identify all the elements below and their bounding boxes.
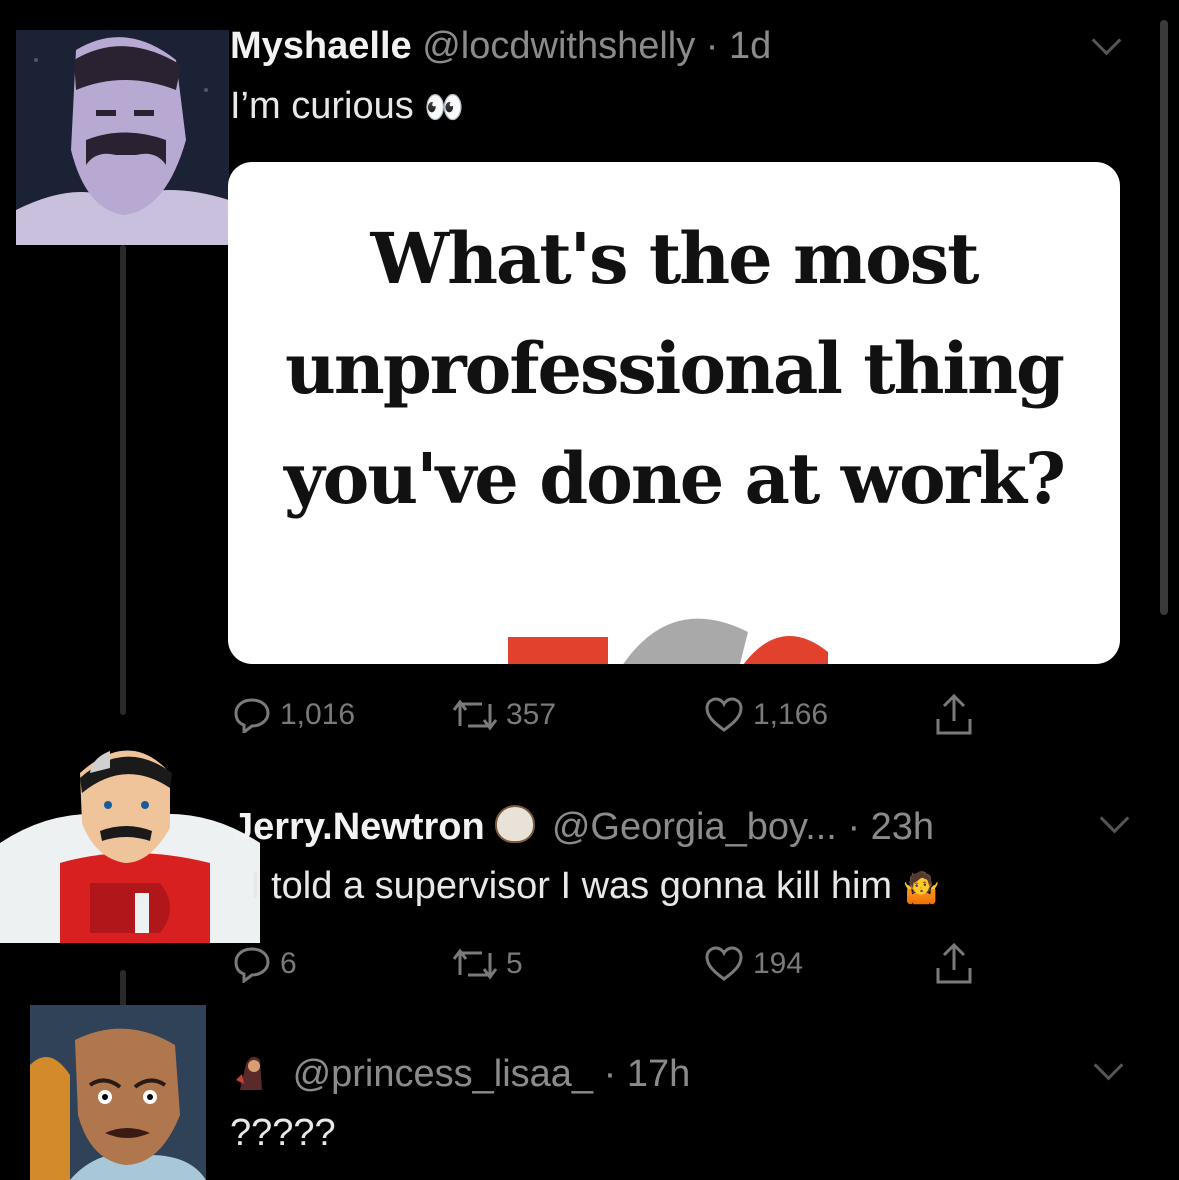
share-button[interactable]: [934, 693, 974, 737]
tweet-time: · 23h: [847, 806, 935, 848]
scrollbar[interactable]: [1160, 20, 1168, 615]
reply-icon: [234, 698, 270, 734]
display-name[interactable]: Myshaelle: [230, 25, 412, 67]
shrug-emoji: 🤷: [902, 872, 940, 905]
media-card[interactable]: What's the most unprofessional thing you…: [228, 162, 1120, 664]
card-logo-fragment: [508, 618, 828, 664]
thread-line: [120, 970, 126, 1010]
chevron-down-icon[interactable]: [1091, 25, 1122, 56]
reply-count: 6: [280, 947, 297, 980]
avatar[interactable]: [30, 1005, 206, 1180]
tweet-header: Jerry.Newtron @Georgia_boy... · 23h: [232, 805, 934, 849]
tweet-header: Myshaelle @locdwithshelly · 1d: [230, 25, 771, 68]
tweet-time: · 17h: [603, 1053, 691, 1095]
retweet-icon: [452, 699, 498, 731]
reply-button[interactable]: 6: [232, 945, 297, 983]
chevron-down-icon[interactable]: [1093, 1050, 1124, 1081]
reply-icon: [234, 947, 270, 983]
tweet-time: · 1d: [705, 25, 772, 67]
retweet-button[interactable]: 5: [452, 945, 523, 983]
heart-icon: [705, 697, 743, 732]
tweet-text: ?????: [230, 1112, 336, 1155]
reply-count: 1,016: [280, 698, 356, 731]
tweet-header: @princess_lisaa_ · 17h: [232, 1050, 690, 1096]
eyes-emoji: 👀: [424, 89, 465, 125]
chevron-down-icon[interactable]: [1099, 803, 1130, 834]
dog-emoji: [495, 805, 536, 843]
like-button[interactable]: 194: [703, 945, 803, 983]
profile-emoji: [232, 1050, 272, 1092]
thread-line: [120, 245, 126, 715]
card-text: What's the most unprofessional thing you…: [228, 204, 1120, 534]
heart-icon: [705, 946, 743, 981]
tweet-text-content: I told a supervisor I was gonna kill him: [250, 865, 893, 907]
reply-button[interactable]: 1,016: [232, 696, 355, 734]
tweet-text-content: I’m curious: [230, 85, 414, 127]
retweet-icon: [452, 948, 498, 980]
share-button[interactable]: [934, 942, 974, 986]
card-line: you've done at work?: [283, 437, 1066, 520]
like-button[interactable]: 1,166: [703, 696, 828, 734]
tweet-text-content: ?????: [230, 1112, 336, 1154]
avatar[interactable]: [16, 30, 229, 245]
retweet-count: 5: [506, 947, 523, 980]
user-handle[interactable]: @princess_lisaa_: [293, 1053, 594, 1095]
share-icon: [936, 942, 972, 984]
tweet-text: I told a supervisor I was gonna kill him…: [250, 865, 940, 908]
card-line: unprofessional thing: [285, 327, 1065, 410]
card-line: What's the most: [370, 217, 979, 300]
tweet-text: I’m curious 👀: [230, 85, 464, 128]
like-count: 194: [753, 947, 804, 980]
avatar[interactable]: [0, 733, 260, 943]
share-icon: [936, 693, 972, 735]
user-handle[interactable]: @locdwithshelly: [422, 25, 695, 67]
user-handle[interactable]: @Georgia_boy...: [552, 806, 837, 848]
retweet-button[interactable]: 357: [452, 696, 556, 734]
like-count: 1,166: [753, 698, 829, 731]
display-name[interactable]: Jerry.Newtron: [232, 806, 485, 848]
retweet-count: 357: [506, 698, 557, 731]
